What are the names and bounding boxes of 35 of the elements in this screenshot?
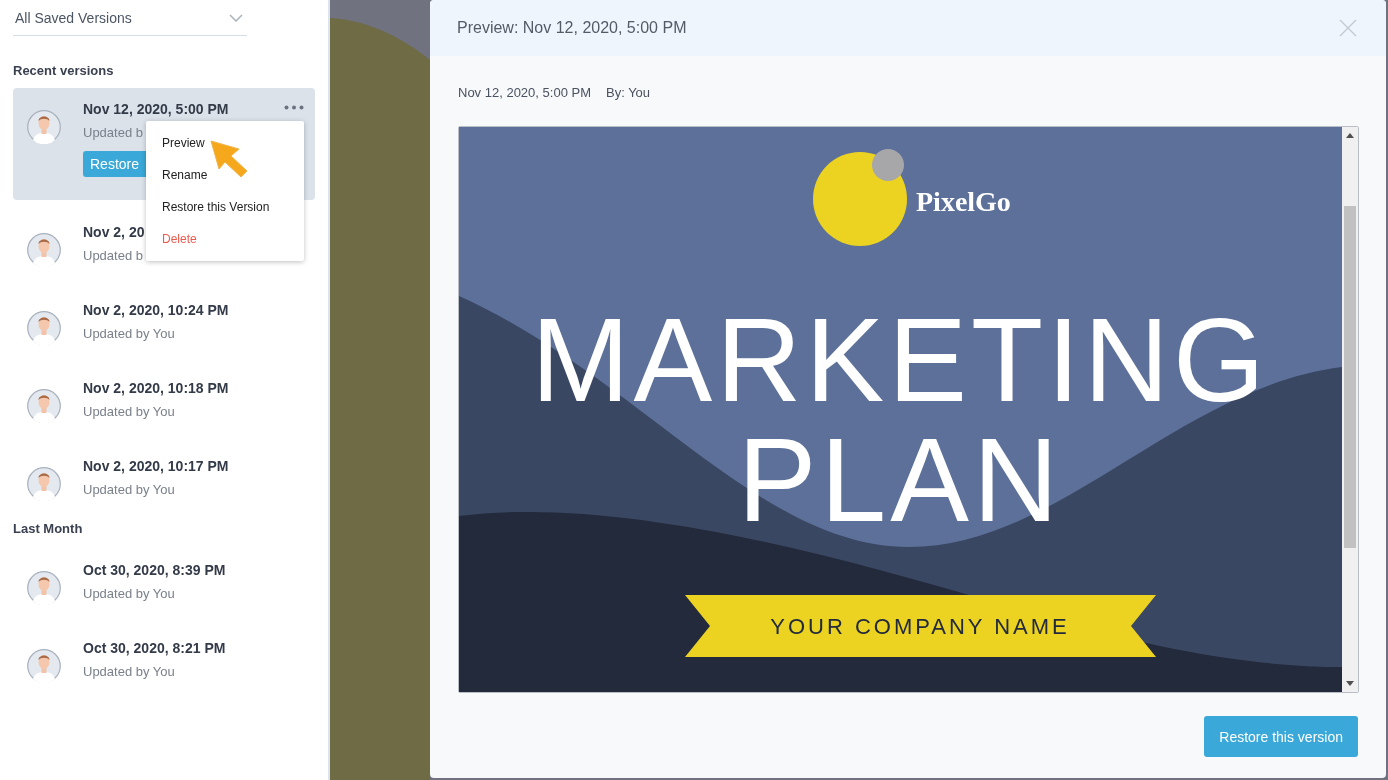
logo-text: PixelGo	[916, 186, 1011, 217]
version-date: Oct 30, 2020, 8:21 PM	[83, 639, 226, 658]
dialog-title: Preview: Nov 12, 2020, 5:00 PM	[457, 19, 687, 37]
scroll-down-icon[interactable]	[1346, 681, 1354, 686]
version-author: Updated by You	[83, 481, 175, 499]
logo-icon	[813, 149, 907, 246]
version-date: Nov 2, 2020, 10:24 PM	[83, 301, 229, 320]
avatar-icon	[27, 389, 61, 423]
chevron-down-icon	[229, 13, 243, 22]
preview-author: By: You	[606, 84, 651, 100]
version-author: Updated by You	[83, 403, 175, 421]
version-author: Updated by You	[83, 585, 175, 603]
version-author: Updated b	[83, 247, 143, 265]
scroll-up-icon[interactable]	[1346, 133, 1354, 138]
avatar-icon	[27, 571, 61, 605]
company-name: YOUR COMPANY NAME	[770, 614, 1070, 639]
avatar-icon	[27, 233, 61, 267]
version-author: Updated by You	[83, 325, 175, 343]
avatar-icon	[27, 649, 61, 683]
version-date: Nov 12, 2020, 5:00 PM	[83, 100, 229, 119]
version-author: Updated by You	[83, 663, 175, 681]
group-heading: Recent versions	[13, 62, 115, 80]
scrollbar[interactable]	[1342, 127, 1358, 692]
version-date: Nov 2, 20	[83, 223, 145, 242]
avatar-icon	[27, 110, 61, 144]
version-date: Nov 2, 2020, 10:18 PM	[83, 379, 229, 398]
version-date: Nov 2, 2020, 10:17 PM	[83, 457, 229, 476]
avatar-icon	[27, 311, 61, 345]
version-author: Updated b	[83, 124, 143, 142]
preview-date: Nov 12, 2020, 5:00 PM	[458, 84, 591, 100]
version-date: Oct 30, 2020, 8:39 PM	[83, 561, 226, 580]
avatar-icon	[27, 467, 61, 501]
version-filter-dropdown[interactable]: All Saved Versions	[13, 0, 247, 36]
more-icon[interactable]	[284, 105, 304, 110]
group-heading: Last Month	[13, 520, 84, 538]
